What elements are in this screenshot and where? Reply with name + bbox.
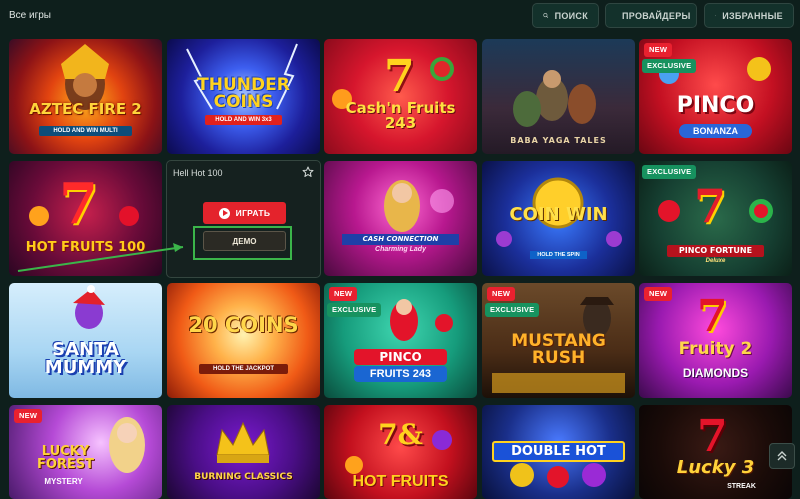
game-tile-santa-mummy[interactable]: SANTA MUMMY [9,283,162,398]
game-title: PINCO FORTUNE [667,245,764,257]
game-subtitle: DIAMONDS [682,366,749,380]
new-badge: NEW [644,287,673,301]
play-button[interactable]: ИГРАТЬ [203,202,286,224]
exclusive-badge: EXCLUSIVE [642,59,697,73]
game-art [324,161,477,276]
game-title: LUCKY FOREST [36,444,95,472]
game-tile-pinco-bonanza[interactable]: NEW EXCLUSIVE PINCO BONANZA [639,39,792,154]
game-title: MUSTANG RUSH [511,331,606,368]
game-title: BURNING CLASSICS [194,472,293,482]
game-title: HOT FRUITS 100 [25,240,146,255]
game-tile-pinco-fruits-243[interactable]: NEW EXCLUSIVE PINCO FRUITS 243 [324,283,477,398]
game-art [9,39,162,154]
game-tile-pinco-fortune[interactable]: EXCLUSIVE 7 PINCO FORTUNE Deluxe [639,161,792,276]
play-icon [218,207,230,219]
favorite-star-icon[interactable] [302,166,314,178]
game-subtitle: HOLD AND WIN 3x3 [205,115,282,125]
game-subtitle: FRUITS 243 [354,366,447,382]
game-tile-double-hot[interactable]: DOUBLE HOT [482,405,635,499]
game-title: DOUBLE HOT [492,441,625,462]
game-title: 20 COINS [188,313,299,337]
chevron-up-double-icon [777,451,787,461]
game-title: AZTEC FIRE 2 [29,100,142,118]
seven-symbol-icon: 7 [384,51,415,102]
game-tile-baba-yaga-tales[interactable]: BABA YAGA TALES [482,39,635,154]
game-title: THUNDER COINS [197,75,290,112]
game-title: PINCO [354,349,447,365]
game-title: CASH CONNECTION [342,234,459,245]
game-tile-cashn-fruits-243[interactable]: 7 Cash'n Fruits 243 [324,39,477,154]
game-subtitle: STREAK [727,483,756,490]
game-tile-thunder-coins[interactable]: THUNDER COINS HOLD AND WIN 3x3 [167,39,320,154]
game-title: Fruity 2 [678,339,753,359]
game-tile-lucky-forest-mystery[interactable]: NEW LUCKY FOREST MYSTERY [9,405,162,499]
game-subtitle: HOT FRUITS [352,473,449,490]
demo-highlight-box [193,226,292,260]
game-subtitle: HOLD AND WIN MULTI [39,126,132,136]
game-tile-fruity-2-diamonds[interactable]: NEW 7 Fruity 2 DIAMONDS [639,283,792,398]
game-tile-coin-win[interactable]: COIN WIN HOLD THE SPIN [482,161,635,276]
game-tile-cash-connection[interactable]: CASH CONNECTION Charming Lady [324,161,477,276]
game-tile-7-hot-fruits[interactable]: 7& HOT FRUITS [324,405,477,499]
game-title: PINCO [676,93,755,118]
game-title: Cash'n Fruits 243 [345,99,456,132]
new-badge: NEW [644,43,673,57]
seven-symbol-icon: 7 [694,179,727,233]
game-tile-hell-hot-100-hover[interactable]: Hell Hot 100 ИГРАТЬ ДЕМО [166,160,321,278]
game-art [9,161,162,276]
game-name: Hell Hot 100 [173,168,223,178]
play-button-label: ИГРАТЬ [235,208,271,218]
game-subtitle: BONANZA [679,124,752,138]
game-art [167,405,320,499]
game-tile-mustang-rush[interactable]: NEW EXCLUSIVE MUSTANG RUSH [482,283,635,398]
game-title: COIN WIN [509,204,608,225]
games-grid: AZTEC FIRE 2 HOLD AND WIN MULTI THUNDER … [0,0,800,499]
game-tile-hot-fruits-100[interactable]: 7 HOT FRUITS 100 [9,161,162,276]
game-title: 7& [378,418,423,451]
game-subtitle: HOLD THE SPIN [530,251,587,259]
game-subtitle: HOLD THE JACKPOT [199,364,288,374]
game-title: SANTA MUMMY [44,339,127,378]
game-tile-burning-classics[interactable]: BURNING CLASSICS [167,405,320,499]
game-subtitle: MYSTERY [44,477,83,486]
game-title: BABA YAGA TALES [510,136,607,145]
scroll-to-top-button[interactable] [769,443,795,469]
game-tile-aztec-fire-2[interactable]: AZTEC FIRE 2 HOLD AND WIN MULTI [9,39,162,154]
game-tile-20-coins[interactable]: 20 COINS HOLD THE JACKPOT [167,283,320,398]
game-subtitle: Charming Lady [375,246,426,253]
seven-symbol-icon: 7 [697,411,728,462]
seven-symbol-icon: 7 [697,291,728,342]
game-subtitle: Deluxe [705,258,726,264]
